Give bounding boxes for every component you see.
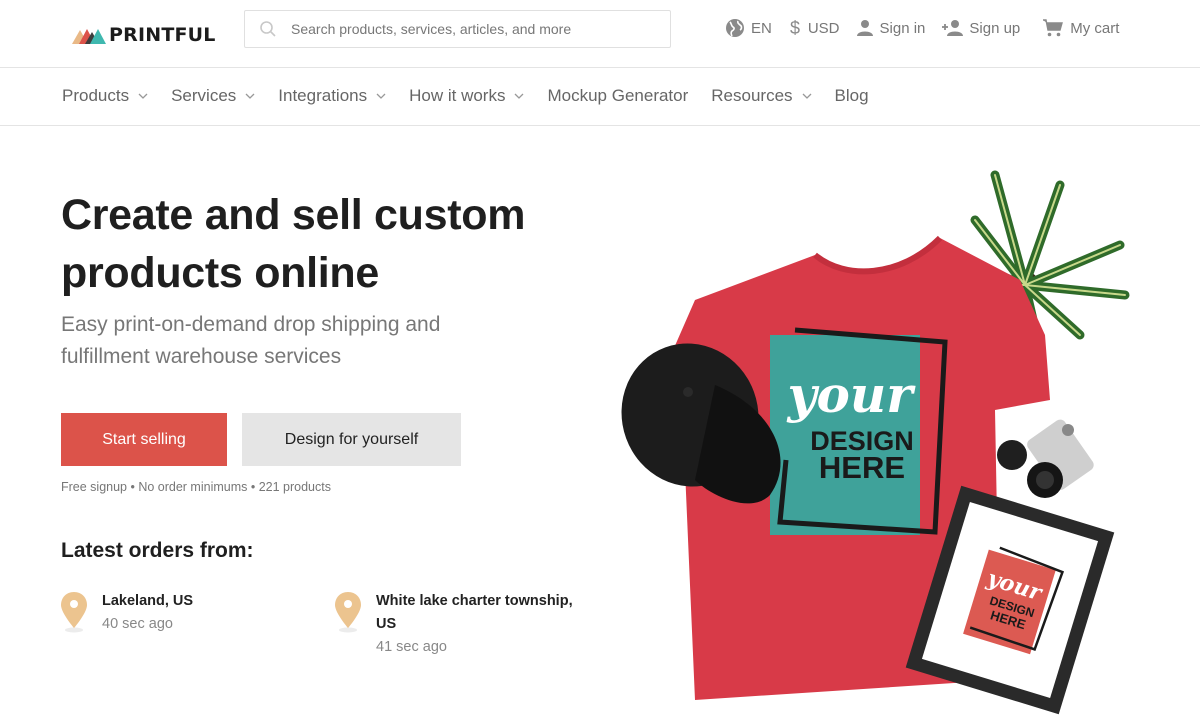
dollar-icon: $ bbox=[790, 18, 800, 38]
order-item: White lake charter township, US 41 sec a… bbox=[334, 590, 596, 659]
cart-icon bbox=[1043, 19, 1064, 37]
order-time: 41 sec ago bbox=[376, 639, 447, 655]
nav-label: Products bbox=[62, 86, 130, 105]
add-user-icon bbox=[942, 20, 964, 36]
latest-orders-title: Latest orders from: bbox=[61, 539, 254, 562]
order-city: White lake charter township, US bbox=[376, 593, 573, 632]
sign-in-label: Sign in bbox=[879, 19, 926, 37]
chevron-down-icon bbox=[138, 93, 148, 99]
logo-wordmark: PRINTFUL bbox=[109, 24, 216, 46]
chevron-down-icon bbox=[515, 93, 524, 99]
nav-label: Mockup Generator bbox=[547, 86, 689, 105]
camera-illustration bbox=[997, 419, 1094, 498]
main-nav: Products Services Integrations How it wo… bbox=[0, 68, 1200, 126]
search-icon bbox=[260, 21, 276, 37]
order-time: 40 sec ago bbox=[102, 616, 173, 632]
nav-item-services[interactable]: Services bbox=[171, 86, 255, 106]
nav-item-integrations[interactable]: Integrations bbox=[278, 86, 386, 106]
nav-label: How it works bbox=[409, 86, 506, 105]
chevron-down-icon bbox=[245, 93, 255, 99]
design-line-2: HERE bbox=[819, 450, 905, 485]
location-pin-icon bbox=[61, 592, 87, 633]
utility-links: EN $ USD Sign in Sign up My cart bbox=[725, 17, 1119, 39]
logo-mark-icon bbox=[72, 29, 106, 44]
start-selling-button[interactable]: Start selling bbox=[61, 413, 227, 466]
sign-in-link[interactable]: Sign in bbox=[856, 19, 926, 37]
svg-text:$: $ bbox=[790, 18, 800, 38]
cart-label: My cart bbox=[1070, 19, 1120, 37]
nav-item-resources[interactable]: Resources bbox=[711, 86, 812, 106]
nav-label: Integrations bbox=[278, 86, 368, 105]
location-pin-icon bbox=[335, 592, 361, 633]
chevron-down-icon bbox=[376, 93, 386, 99]
top-header: PRINTFUL EN $ USD S bbox=[0, 0, 1200, 68]
order-item: Lakeland, US 40 sec ago bbox=[60, 590, 193, 636]
nav-label: Services bbox=[171, 86, 237, 105]
cart-link[interactable]: My cart bbox=[1042, 18, 1119, 38]
design-for-yourself-button[interactable]: Design for yourself bbox=[242, 413, 461, 466]
chevron-down-icon bbox=[802, 93, 812, 99]
nav-item-blog[interactable]: Blog bbox=[835, 86, 869, 106]
hero-subtitle: Easy print-on-demand drop shipping and f… bbox=[61, 313, 441, 368]
printful-logo[interactable]: PRINTFUL bbox=[72, 24, 216, 46]
order-city: Lakeland, US bbox=[102, 593, 194, 609]
hero-perks: Free signup • No order minimums • 221 pr… bbox=[61, 480, 331, 494]
search-box[interactable] bbox=[244, 10, 671, 48]
nav-item-how-it-works[interactable]: How it works bbox=[409, 86, 524, 106]
sign-up-link[interactable]: Sign up bbox=[941, 19, 1020, 37]
sign-up-label: Sign up bbox=[969, 19, 1021, 37]
globe-icon bbox=[726, 19, 744, 37]
language-selector[interactable]: EN bbox=[725, 18, 772, 38]
search-input[interactable] bbox=[291, 21, 651, 37]
user-icon bbox=[856, 20, 873, 36]
hero-title: Create and sell custom products online bbox=[61, 191, 526, 297]
nav-label: Resources bbox=[711, 86, 793, 105]
nav-label: Blog bbox=[834, 86, 869, 105]
design-script-text: your bbox=[786, 365, 916, 424]
language-label: EN bbox=[751, 19, 772, 37]
tshirt-design: your DESIGN HERE bbox=[770, 327, 948, 535]
currency-label: USD bbox=[807, 19, 840, 37]
currency-selector[interactable]: $ USD bbox=[788, 18, 840, 38]
nav-item-products[interactable]: Products bbox=[62, 86, 148, 106]
nav-item-mockup-generator[interactable]: Mockup Generator bbox=[547, 86, 688, 106]
hero-product-image: your DESIGN HERE your DESIGN HERE bbox=[621, 170, 1130, 715]
